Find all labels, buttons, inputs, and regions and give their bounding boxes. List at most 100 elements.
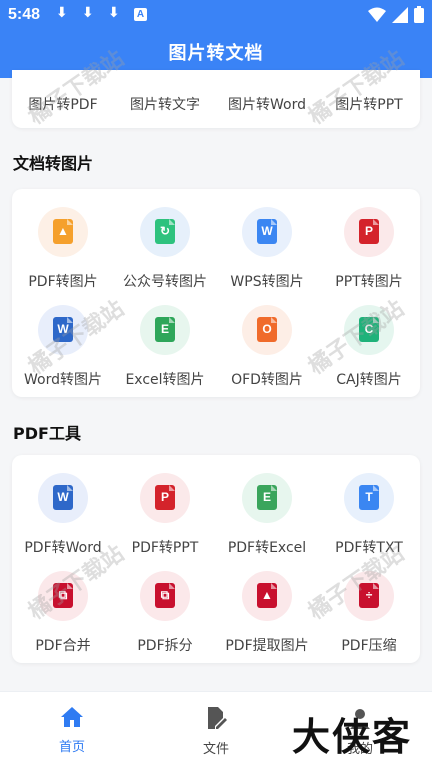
icon-circle: W bbox=[38, 473, 88, 523]
image-to-ppt-item[interactable]: 图片转PPT bbox=[318, 94, 420, 114]
tool-item-label: PDF转TXT bbox=[335, 540, 403, 556]
tool-item-label: PPT转图片 bbox=[335, 274, 403, 290]
tool-item[interactable]: ▲ PDF转图片 bbox=[12, 201, 114, 299]
icon-glyph: ⧉ bbox=[160, 588, 170, 602]
icon-circle: ▲ bbox=[38, 207, 88, 257]
tool-item-label: PDF转Word bbox=[24, 540, 102, 556]
tool-item-label: Excel转图片 bbox=[125, 372, 205, 388]
tool-item[interactable]: C CAJ转图片 bbox=[318, 299, 420, 397]
wps-file-icon: W bbox=[257, 219, 277, 244]
icon-circle: W bbox=[38, 305, 88, 355]
nav-files[interactable]: 文件 bbox=[176, 706, 256, 757]
tool-item[interactable]: E PDF转Excel bbox=[216, 467, 318, 565]
status-time: 5:48 bbox=[8, 6, 41, 23]
pdf-compress-icon: ÷ bbox=[359, 583, 379, 608]
nav-home[interactable]: 首页 bbox=[32, 706, 112, 755]
excel-file-icon: E bbox=[155, 317, 175, 342]
icon-circle: E bbox=[242, 473, 292, 523]
tool-item[interactable]: O OFD转图片 bbox=[216, 299, 318, 397]
tool-item-label: Word转图片 bbox=[24, 372, 102, 388]
icon-circle: P bbox=[344, 207, 394, 257]
tool-item-label: CAJ转图片 bbox=[336, 372, 402, 388]
tool-item[interactable]: ÷ PDF压缩 bbox=[318, 565, 420, 663]
tool-item[interactable]: P PDF转PPT bbox=[114, 467, 216, 565]
tool-item[interactable]: W PDF转Word bbox=[12, 467, 114, 565]
tool-item-label: PDF提取图片 bbox=[225, 638, 309, 654]
icon-glyph: E bbox=[262, 490, 271, 504]
image-to-pdf-item[interactable]: 图片转PDF bbox=[12, 94, 114, 114]
ofd-file-icon: O bbox=[257, 317, 277, 342]
icon-circle: W bbox=[242, 207, 292, 257]
download-icon: ⬇ bbox=[82, 5, 94, 21]
icon-circle: ↻ bbox=[140, 207, 190, 257]
icon-glyph: W bbox=[261, 224, 273, 238]
image-to-text-item[interactable]: 图片转文字 bbox=[114, 94, 216, 114]
caj-file-icon: C bbox=[359, 317, 379, 342]
word-file-icon: W bbox=[53, 485, 73, 510]
pdf-tools-grid: W PDF转Word P PDF转PPT E PDF转Excel T PDF转TXT ⧉ PDF合… bbox=[12, 467, 420, 663]
tool-item[interactable]: P PPT转图片 bbox=[318, 201, 420, 299]
nav-home-label: 首页 bbox=[58, 740, 85, 755]
doc-to-image-grid: ▲ PDF转图片 ↻ 公众号转图片 W WPS转图片 P PPT转图片 W Word转图片 E Exc… bbox=[12, 201, 420, 397]
image-to-word-item[interactable]: 图片转Word bbox=[216, 94, 318, 114]
tool-item-label: OFD转图片 bbox=[231, 372, 303, 388]
icon-glyph: W bbox=[57, 490, 69, 504]
tool-item[interactable]: ⧉ PDF拆分 bbox=[114, 565, 216, 663]
icon-glyph: O bbox=[262, 322, 272, 336]
tool-item-label: PDF拆分 bbox=[137, 638, 193, 654]
tool-item[interactable]: T PDF转TXT bbox=[318, 467, 420, 565]
icon-circle: E bbox=[140, 305, 190, 355]
icon-circle: T bbox=[344, 473, 394, 523]
icon-glyph: T bbox=[365, 490, 373, 504]
doc-to-image-card: ▲ PDF转图片 ↻ 公众号转图片 W WPS转图片 P PPT转图片 W Word转图片 E Exc… bbox=[12, 189, 420, 397]
excel-file-icon: E bbox=[257, 485, 277, 510]
image-file-icon: ▲ bbox=[53, 219, 73, 244]
document-edit-icon bbox=[208, 707, 227, 729]
icon-glyph: C bbox=[364, 322, 374, 336]
section-title-pdf-tools: PDF工具 bbox=[13, 424, 81, 443]
pdf-extract-image-icon: ▲ bbox=[257, 583, 277, 608]
tool-item[interactable]: ↻ 公众号转图片 bbox=[114, 201, 216, 299]
image-to-doc-row: 图片转PDF 图片转文字 图片转Word 图片转PPT bbox=[12, 94, 420, 114]
download-icon: ⬇ bbox=[56, 5, 68, 21]
word-file-icon: W bbox=[53, 317, 73, 342]
tool-item[interactable]: ▲ PDF提取图片 bbox=[216, 565, 318, 663]
icon-glyph: ▲ bbox=[261, 588, 273, 602]
tool-item[interactable]: W Word转图片 bbox=[12, 299, 114, 397]
wifi-icon bbox=[368, 7, 386, 22]
icon-glyph: W bbox=[57, 322, 69, 336]
tool-item-label: WPS转图片 bbox=[230, 274, 304, 290]
txt-file-icon: T bbox=[359, 485, 379, 510]
icon-circle: ÷ bbox=[344, 571, 394, 621]
tool-item-label: PDF压缩 bbox=[341, 638, 397, 654]
image-to-doc-card: 图片转PDF 图片转文字 图片转Word 图片转PPT bbox=[12, 70, 420, 128]
section-title-doc-to-image: 文档转图片 bbox=[13, 154, 94, 173]
tool-item-label: 公众号转图片 bbox=[123, 274, 207, 290]
accessibility-icon: A bbox=[134, 8, 147, 21]
icon-glyph: P bbox=[364, 224, 373, 238]
tool-item-label: PDF转PPT bbox=[131, 540, 199, 556]
icon-circle: O bbox=[242, 305, 292, 355]
tool-item[interactable]: W WPS转图片 bbox=[216, 201, 318, 299]
brand-logo: 大侠客 bbox=[292, 714, 413, 759]
pdf-tools-card: W PDF转Word P PDF转PPT E PDF转Excel T PDF转TXT ⧉ PDF合… bbox=[12, 455, 420, 663]
icon-glyph: ⧉ bbox=[58, 588, 68, 602]
tool-item-label: PDF转图片 bbox=[28, 274, 98, 290]
cellular-icon bbox=[392, 6, 408, 23]
wechat-article-icon: ↻ bbox=[155, 219, 175, 244]
tool-item[interactable]: E Excel转图片 bbox=[114, 299, 216, 397]
icon-glyph: P bbox=[160, 490, 169, 504]
battery-icon bbox=[414, 6, 424, 23]
home-icon bbox=[61, 707, 83, 727]
icon-circle: C bbox=[344, 305, 394, 355]
icon-glyph: ▲ bbox=[57, 224, 69, 238]
nav-files-label: 文件 bbox=[202, 742, 229, 757]
icon-glyph: E bbox=[160, 322, 169, 336]
icon-circle: ⧉ bbox=[38, 571, 88, 621]
download-icon: ⬇ bbox=[108, 5, 120, 21]
tool-item[interactable]: ⧉ PDF合并 bbox=[12, 565, 114, 663]
icon-glyph: ↻ bbox=[159, 224, 171, 238]
icon-circle: ▲ bbox=[242, 571, 292, 621]
icon-glyph: ÷ bbox=[365, 588, 373, 602]
icon-circle: ⧉ bbox=[140, 571, 190, 621]
